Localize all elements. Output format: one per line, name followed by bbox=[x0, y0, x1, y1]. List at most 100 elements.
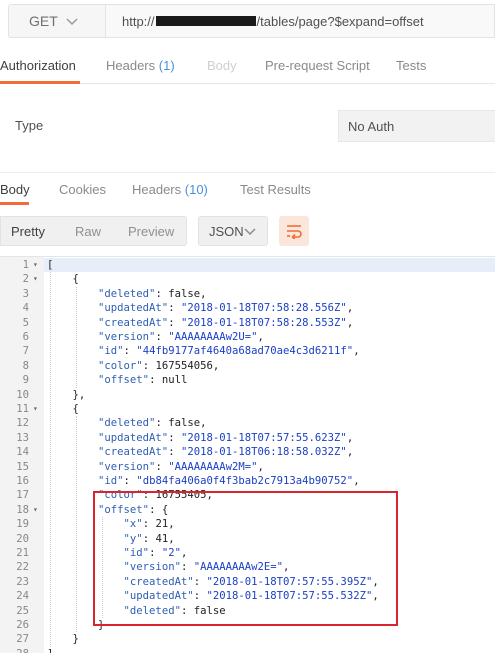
tab-authorization[interactable]: Authorization bbox=[0, 58, 76, 73]
code-line: 16 "id": "db84fa406a0f4f3bab2c7913a4b907… bbox=[0, 474, 495, 488]
code-line: 12 "deleted": false, bbox=[0, 416, 495, 430]
response-toolbar: Pretty Raw Preview JSON bbox=[0, 216, 495, 248]
line-number: 16 bbox=[16, 475, 29, 487]
line-number: 7 bbox=[22, 345, 29, 358]
indent-guide bbox=[76, 286, 77, 388]
line-number: 26 bbox=[16, 619, 29, 631]
code-text: } bbox=[47, 633, 79, 646]
code-line: 10 }, bbox=[0, 388, 495, 402]
fold-arrow-icon[interactable]: ▾ bbox=[33, 503, 38, 517]
auth-section: Type No Auth bbox=[0, 108, 495, 144]
tab-count: (10) bbox=[184, 182, 208, 197]
request-tabs: Authorization Headers (1) Body Pre-reque… bbox=[0, 50, 495, 84]
line-number: 25 bbox=[16, 604, 29, 617]
tab-count: (1) bbox=[158, 58, 175, 73]
code-text: "id": "db84fa406a0f4f3bab2c7913a4b90752"… bbox=[98, 475, 360, 487]
line-number: 3 bbox=[22, 287, 29, 300]
code-text: "id": "44fb9177af4640a68ad70ae4c3d6211f"… bbox=[98, 345, 360, 358]
active-tab-indicator bbox=[0, 81, 80, 84]
code-line: 1 ▾ [ bbox=[0, 258, 495, 272]
tab-label: Body bbox=[0, 182, 30, 197]
chevron-down-icon bbox=[66, 18, 78, 26]
line-number: 8 bbox=[22, 359, 29, 372]
line-number: 5 bbox=[22, 316, 29, 329]
code-line: 5 "createdAt": "2018-01-18T07:58:28.553Z… bbox=[0, 316, 495, 330]
fold-arrow-icon[interactable]: ▾ bbox=[33, 402, 38, 416]
wrap-lines-icon bbox=[287, 225, 302, 239]
tab-tests[interactable]: Tests bbox=[396, 58, 426, 73]
tab-pre-request-script[interactable]: Pre-request Script bbox=[265, 58, 370, 73]
code-text: "updatedAt": "2018-01-18T07:58:28.556Z", bbox=[98, 302, 354, 315]
line-number: 21 bbox=[16, 547, 29, 559]
tab-label: Cookies bbox=[59, 182, 106, 197]
method-select[interactable]: GET bbox=[8, 4, 106, 38]
view-pretty-button[interactable]: Pretty bbox=[11, 224, 45, 239]
line-number: 2 bbox=[22, 273, 29, 286]
line-number: 23 bbox=[16, 575, 29, 588]
code-line: 4 "updatedAt": "2018-01-18T07:58:28.556Z… bbox=[0, 301, 495, 315]
code-line: 9 "offset": null bbox=[0, 373, 495, 387]
code-line: 8 "color": 167554056, bbox=[0, 359, 495, 373]
code-line: 28] bbox=[0, 647, 495, 653]
line-number: 6 bbox=[22, 331, 29, 343]
line-number: 22 bbox=[16, 561, 29, 574]
code-line: 3 "deleted": false, bbox=[0, 287, 495, 301]
code-text: [ bbox=[47, 259, 54, 271]
format-select[interactable]: JSON bbox=[198, 216, 268, 246]
auth-type-select[interactable]: No Auth bbox=[338, 110, 495, 142]
code-line: 7 "id": "44fb9177af4640a68ad70ae4c3d6211… bbox=[0, 344, 495, 358]
chevron-down-icon bbox=[244, 228, 256, 236]
code-line: 13 "updatedAt": "2018-01-18T07:57:55.623… bbox=[0, 431, 495, 445]
url-prefix: http:// bbox=[122, 13, 155, 29]
line-number: 12 bbox=[16, 417, 29, 430]
line-number: 1 bbox=[22, 259, 29, 271]
line-number: 13 bbox=[16, 431, 29, 444]
line-number: 20 bbox=[16, 532, 29, 545]
code-text: "createdAt": "2018-01-18T06:18:58.032Z", bbox=[98, 446, 354, 459]
indent-guide bbox=[50, 272, 51, 647]
code-text: "updatedAt": "2018-01-18T07:57:55.623Z", bbox=[98, 431, 354, 444]
tab-test-results[interactable]: Test Results bbox=[240, 182, 311, 197]
line-number: 17 bbox=[16, 489, 29, 502]
code-text: "deleted": false, bbox=[98, 417, 207, 430]
active-tab-indicator bbox=[0, 202, 29, 205]
code-text: "deleted": false, bbox=[98, 287, 207, 300]
redacted-host bbox=[155, 16, 256, 26]
url-input[interactable]: http:// /tables/page?$expand=offset bbox=[106, 4, 495, 38]
tab-response-headers[interactable]: Headers (10) bbox=[132, 182, 208, 197]
auth-type-value: No Auth bbox=[348, 118, 395, 134]
line-number: 15 bbox=[16, 460, 29, 473]
wrap-lines-button[interactable] bbox=[279, 216, 309, 246]
view-raw-button[interactable]: Raw bbox=[75, 224, 101, 239]
fold-arrow-icon[interactable]: ▾ bbox=[33, 272, 38, 286]
tab-label: Body bbox=[207, 58, 237, 73]
highlight-box bbox=[93, 491, 398, 626]
line-number: 28 bbox=[0, 647, 29, 653]
tab-label: Tests bbox=[396, 58, 427, 73]
line-number: 14 bbox=[16, 446, 29, 459]
indent-guide bbox=[76, 416, 77, 633]
tab-label: Authorization bbox=[0, 58, 76, 73]
code-text: { bbox=[47, 403, 79, 415]
code-line: 11 ▾ { bbox=[0, 402, 495, 416]
line-number: 10 bbox=[16, 388, 29, 401]
line-number: 4 bbox=[22, 302, 29, 315]
tab-response-body[interactable]: Body bbox=[0, 182, 30, 197]
tab-label: Test Results bbox=[240, 182, 311, 197]
line-number: 11 bbox=[16, 403, 29, 415]
view-preview-button[interactable]: Preview bbox=[128, 224, 174, 239]
code-text: { bbox=[47, 273, 79, 286]
line-number: 18 bbox=[16, 503, 29, 516]
tab-label: Headers bbox=[106, 58, 156, 73]
tab-cookies[interactable]: Cookies bbox=[59, 182, 106, 197]
tab-body[interactable]: Body bbox=[207, 58, 237, 73]
line-number: 27 bbox=[16, 633, 29, 646]
line-number: 19 bbox=[16, 518, 29, 531]
code-line: 6 "version": "AAAAAAAAw2U=", bbox=[0, 330, 495, 344]
tab-headers[interactable]: Headers (1) bbox=[106, 58, 175, 73]
fold-arrow-icon[interactable]: ▾ bbox=[33, 258, 38, 272]
line-number: 9 bbox=[22, 374, 29, 387]
code-text: "offset": null bbox=[98, 374, 188, 387]
tab-label: Headers bbox=[132, 182, 182, 197]
line-number: 24 bbox=[16, 590, 29, 603]
